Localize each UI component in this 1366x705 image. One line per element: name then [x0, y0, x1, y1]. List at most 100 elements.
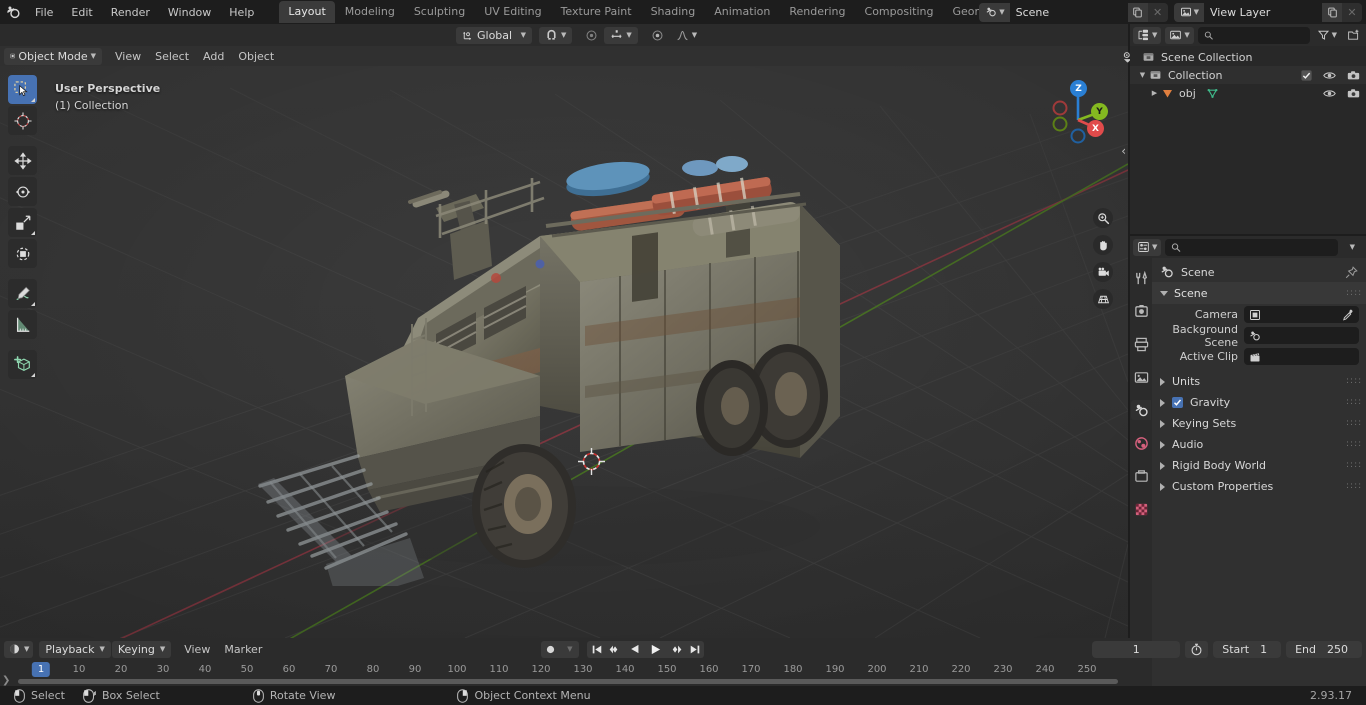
viewlayer-name[interactable]: View Layer	[1204, 2, 1322, 22]
rigid-body-world-section[interactable]: Rigid Body World ::::	[1152, 455, 1366, 476]
scene-datablock[interactable]: ▼ Scene ✕	[979, 2, 1168, 22]
viewlayer-remove-button[interactable]: ✕	[1342, 2, 1362, 22]
frame-start-field[interactable]: Start 1	[1213, 640, 1282, 658]
falloff-curve-dropdown[interactable]: ▼	[670, 27, 703, 44]
mesh-data-icon[interactable]	[1206, 87, 1219, 99]
auto-keying-toggle[interactable]	[541, 641, 560, 658]
outliner-display-mode-button[interactable]: ▼	[1165, 26, 1194, 44]
jump-to-prev-keyframe-button[interactable]	[606, 641, 625, 658]
camera-icon[interactable]	[1347, 70, 1360, 81]
play-button[interactable]	[644, 641, 666, 658]
current-frame-field[interactable]: 1	[1092, 640, 1181, 658]
scene-new-button[interactable]	[1127, 2, 1148, 22]
collection-checkbox[interactable]	[1301, 69, 1312, 81]
viewport-menu-add[interactable]: Add	[196, 48, 231, 65]
auto-keying-dropdown[interactable]: ▼	[560, 641, 579, 658]
eyedropper-icon[interactable]	[1342, 309, 1354, 321]
tweak-select-tool[interactable]	[8, 75, 37, 104]
sidebar-toggle-arrow-icon[interactable]: ‹	[1121, 144, 1126, 158]
cursor-tool[interactable]	[8, 106, 37, 135]
tab-uv-editing[interactable]: UV Editing	[475, 1, 550, 23]
timeline-scrollbar[interactable]	[18, 679, 1118, 684]
snap-individual-toggle[interactable]	[645, 27, 670, 44]
scale-tool[interactable]	[8, 208, 37, 237]
audio-section[interactable]: Audio ::::	[1152, 434, 1366, 455]
tab-modeling[interactable]: Modeling	[336, 1, 404, 23]
playback-dropdown[interactable]: Playback ▼	[39, 640, 111, 658]
chevron-right-icon[interactable]: ▶	[1148, 89, 1161, 97]
menu-edit[interactable]: Edit	[62, 3, 101, 22]
keying-dropdown[interactable]: Keying ▼	[111, 640, 172, 658]
timeline-menu-marker[interactable]: Marker	[217, 641, 269, 658]
units-section[interactable]: Units ::::	[1152, 371, 1366, 392]
move-tool[interactable]	[8, 146, 37, 175]
gizmo-axis-y[interactable]: Y	[1091, 103, 1108, 120]
output-tab[interactable]	[1131, 334, 1151, 354]
tab-sculpting[interactable]: Sculpting	[405, 1, 474, 23]
viewport-menu-select[interactable]: Select	[148, 48, 196, 65]
use-preview-range-button[interactable]	[1185, 640, 1209, 658]
timeline-menu-view[interactable]: View	[177, 641, 217, 658]
camera-field[interactable]	[1244, 306, 1359, 323]
vehicle-3d-model[interactable]	[240, 86, 880, 586]
outliner-search-field[interactable]	[1218, 28, 1304, 42]
active-clip-field[interactable]	[1244, 348, 1359, 365]
tool-tab[interactable]	[1131, 268, 1151, 288]
view-layer-tab[interactable]	[1131, 367, 1151, 387]
keying-sets-section[interactable]: Keying Sets ::::	[1152, 413, 1366, 434]
tab-shading[interactable]: Shading	[642, 1, 705, 23]
scene-remove-button[interactable]: ✕	[1147, 2, 1168, 22]
pan-hand-icon[interactable]	[1093, 235, 1113, 255]
scene-panel-header[interactable]: Scene ::::	[1152, 282, 1366, 304]
eye-icon[interactable]	[1323, 88, 1336, 99]
pin-icon[interactable]	[1345, 265, 1358, 279]
ortho-persp-icon[interactable]	[1093, 289, 1113, 309]
3d-viewport[interactable]: User Perspective (1) Collection Z Y X ‹	[0, 66, 1128, 638]
tab-rendering[interactable]: Rendering	[780, 1, 854, 23]
scene-name[interactable]: Scene	[1009, 2, 1128, 22]
properties-search-input[interactable]	[1165, 238, 1338, 256]
viewlayer-new-button[interactable]	[1322, 2, 1342, 22]
measure-tool[interactable]	[8, 310, 37, 339]
background-scene-field[interactable]	[1244, 327, 1359, 344]
viewport-menu-view[interactable]: View	[108, 48, 148, 65]
blender-logo-icon[interactable]	[0, 0, 26, 24]
viewlayer-datablock[interactable]: ▼ View Layer ✕	[1173, 2, 1362, 22]
properties-search-field[interactable]	[1186, 240, 1332, 254]
camera-view-icon[interactable]	[1093, 262, 1113, 282]
menu-render[interactable]: Render	[102, 3, 159, 22]
snap-toggle[interactable]: ▼	[539, 26, 573, 44]
outliner-row-obj[interactable]: ▶ obj	[1130, 84, 1366, 102]
tab-animation[interactable]: Animation	[705, 1, 779, 23]
jump-to-end-button[interactable]	[685, 641, 704, 658]
proportional-editing-toggle[interactable]	[579, 27, 604, 44]
eye-icon[interactable]	[1323, 70, 1336, 81]
navigation-gizmo[interactable]: Z Y X	[1040, 74, 1116, 150]
transform-orientation-dropdown[interactable]: Global ▼	[456, 26, 532, 44]
render-tab[interactable]	[1131, 301, 1151, 321]
chevron-down-icon[interactable]: ▼	[1136, 71, 1149, 79]
timeline-ruler[interactable]: 10 20 30 40 50 60 70 80 90 100 110 120 1…	[0, 660, 1130, 686]
tab-layout[interactable]: Layout	[279, 1, 335, 23]
zoom-icon[interactable]	[1093, 208, 1113, 228]
outliner-new-collection-button[interactable]	[1344, 27, 1363, 44]
playhead[interactable]: 1	[31, 662, 51, 677]
rotate-tool[interactable]	[8, 177, 37, 206]
outliner-row-collection[interactable]: ▼ Collection	[1130, 66, 1366, 84]
texture-tab[interactable]	[1131, 499, 1151, 519]
menu-help[interactable]: Help	[220, 3, 263, 22]
world-tab[interactable]	[1131, 433, 1151, 453]
proportional-falloff-dropdown[interactable]: ▼	[604, 26, 638, 44]
annotate-tool[interactable]	[8, 279, 37, 308]
transform-tool[interactable]	[8, 239, 37, 268]
viewport-menu-object[interactable]: Object	[231, 48, 281, 65]
outliner-editor-type-button[interactable]: ▼	[1133, 26, 1162, 44]
outliner-filter-button[interactable]: ▼	[1314, 27, 1340, 44]
scene-tab[interactable]	[1131, 400, 1151, 420]
add-cube-tool[interactable]	[8, 350, 37, 379]
play-reverse-button[interactable]	[625, 641, 644, 658]
gizmo-axis-x[interactable]: X	[1087, 120, 1104, 137]
menu-window[interactable]: Window	[159, 3, 220, 22]
object-tab[interactable]	[1131, 466, 1151, 486]
jump-to-start-button[interactable]	[587, 641, 606, 658]
